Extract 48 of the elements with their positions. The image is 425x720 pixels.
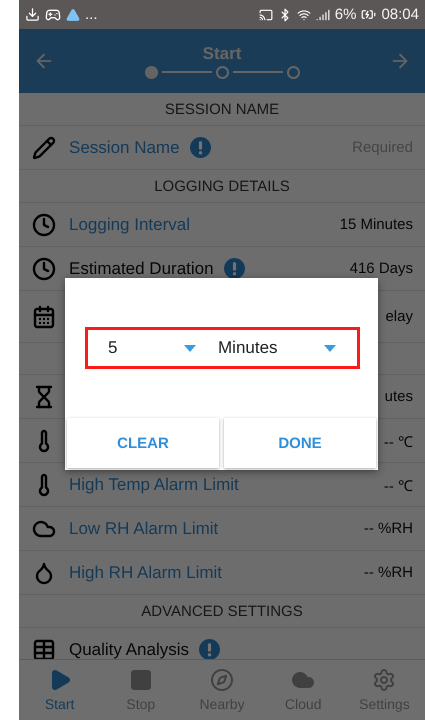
row-label: High RH Alarm Limit	[69, 562, 222, 582]
calendar-icon	[32, 304, 56, 328]
row-label: Quality Analysis	[69, 640, 189, 659]
caret-icon[interactable]	[184, 344, 196, 352]
settings-icon	[372, 668, 396, 692]
settings-row[interactable]: High RH Alarm Limit -- %RH	[19, 551, 425, 595]
row-value: -- ℃	[384, 432, 413, 450]
row-value: elay	[385, 308, 413, 325]
settings-row[interactable]: Logging Interval 15 Minutes	[19, 203, 425, 247]
battery-icon	[361, 7, 376, 22]
caret-icon[interactable]	[324, 344, 336, 352]
gamepad-icon	[45, 6, 61, 22]
download-icon	[25, 7, 40, 22]
row-value: utes	[384, 388, 413, 405]
cast-icon	[258, 8, 273, 22]
battery-percent: 6%	[334, 6, 356, 23]
clock-icon	[32, 256, 56, 280]
section-header: SESSION NAME	[164, 100, 280, 118]
info-alert-icon[interactable]	[224, 258, 245, 279]
row-label: Session Name	[69, 138, 180, 158]
dialog-button[interactable]: DONE	[224, 418, 376, 468]
row-label: High Temp Alarm Limit	[69, 474, 239, 494]
row-label: Estimated Duration	[69, 258, 214, 278]
row-label: Low RH Alarm Limit	[69, 518, 218, 538]
clock-time: 08:04	[381, 6, 419, 23]
wifi-icon	[296, 8, 311, 22]
settings-row[interactable]: Low RH Alarm Limit -- %RH	[19, 507, 425, 551]
dropdown-value[interactable]: 5	[108, 338, 118, 358]
row-label: Logging Interval	[69, 214, 190, 234]
dialog-button[interactable]: CLEAR	[67, 418, 219, 468]
pencil-icon	[32, 136, 56, 160]
grid-icon	[32, 638, 56, 659]
compass-icon	[210, 668, 234, 692]
screen-title: Start	[202, 44, 242, 64]
app-icon	[66, 8, 80, 22]
nav-tab[interactable]: Start	[19, 660, 100, 720]
dropdown-value[interactable]: Minutes	[218, 338, 278, 358]
row-value: -- %RH	[364, 520, 413, 537]
section-header: ADVANCED SETTINGS	[141, 602, 303, 620]
clock-icon	[32, 212, 56, 236]
row-value: 15 Minutes	[340, 216, 413, 233]
stop-icon	[128, 668, 153, 692]
row-value: 416 Days	[350, 260, 413, 277]
section-header: LOGGING DETAILS	[154, 178, 290, 194]
row-value: -- ℃	[384, 476, 413, 494]
signal-icon	[316, 8, 330, 22]
more-notifications: ...	[85, 6, 98, 23]
row-value: -- %RH	[364, 564, 413, 581]
